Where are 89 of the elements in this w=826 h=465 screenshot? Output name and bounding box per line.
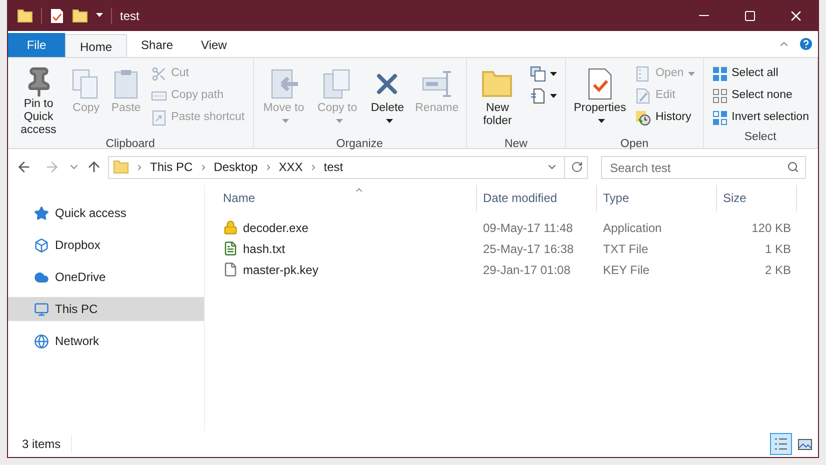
file-name[interactable]: hash.txt [243,240,286,258]
breadcrumb[interactable]: This PC [150,158,193,176]
globe-icon [34,334,49,348]
ribbon-button[interactable]: Select none [708,85,813,107]
column-header[interactable]: Size [717,185,797,211]
maximize-icon [744,10,756,22]
nav-item[interactable]: Quick access [8,201,204,225]
file-name[interactable]: master-pk.key [243,260,318,278]
caret-icon [96,13,103,18]
caret-icon [598,118,606,123]
file-name[interactable]: decoder.exe [243,218,308,236]
new-folder-icon [72,8,88,24]
chevron-icon[interactable] [135,162,144,172]
breadcrumb[interactable]: Desktop [214,158,258,176]
properties-icon[interactable] [50,8,64,24]
group-label: New [503,137,528,152]
details-view-button[interactable] [770,433,792,455]
box-icon [34,238,49,252]
ribbon-button[interactable]: New folder [470,62,524,136]
nav-item[interactable]: Network [8,329,204,353]
table-cell-text: 25-May-17 16:38 [482,240,575,258]
minimize-icon [699,15,709,16]
group-label: Clipboard [104,137,156,152]
scissors-icon [151,66,168,82]
breadcrumb[interactable]: test [324,158,344,176]
file-icon [223,262,238,277]
select-none-icon [712,88,728,104]
breadcrumb[interactable]: XXX [278,158,303,176]
group-label: Open [619,137,650,152]
table-cell-text: 2 KB [764,262,792,278]
folder-icon [17,8,33,24]
window-title: test [120,8,140,24]
padlock-icon [223,220,238,235]
text-file-icon [223,241,238,256]
group-label: Organize [335,137,384,152]
help-icon[interactable] [798,36,814,52]
edit-icon [635,88,652,104]
star-icon [34,206,49,220]
address-bar[interactable]: This PC Desktop XXX test [108,156,588,178]
picture-icon [798,438,812,450]
monitor-icon [34,302,49,316]
table-cell-text: TXT File [602,240,650,258]
ribbon-button[interactable]: Pin to Quick access [12,62,66,136]
ribbon-button[interactable]: History [631,107,699,129]
select-all-icon [712,66,728,82]
up-icon[interactable] [86,159,102,175]
ribbon-button[interactable]: Delete [364,62,410,136]
table-cell-text: 29-Jan-17 01:08 [482,262,572,278]
search-field[interactable]: Search test [601,156,806,179]
nav-item[interactable]: Dropbox [8,233,204,257]
refresh-icon[interactable] [571,161,583,173]
cloud-icon [34,270,49,284]
nav-item[interactable]: This PC [8,297,204,321]
table-cell-text: 09-May-17 11:48 [482,220,574,236]
caret-icon [688,72,695,76]
invert-selection-icon [712,110,728,126]
ribbon-tab[interactable]: Share [127,33,188,57]
column-header[interactable]: Type [597,185,717,211]
file-menu-tab[interactable]: File [8,33,65,57]
search-icon [787,160,799,172]
table-cell-text: 1 KB [764,240,792,258]
ribbon-button[interactable]: Properties [570,62,630,136]
caret-icon [386,118,393,123]
list-icon [774,438,788,450]
folder-icon [113,159,129,175]
new-item-icon [530,66,546,82]
table-cell-text: 120 KB [750,220,792,236]
caret-icon [550,72,558,76]
ribbon-tab[interactable]: Home [65,34,128,58]
group-label: Select [743,130,778,145]
caret-icon [336,118,343,123]
caret-icon [282,118,290,123]
table-cell-text: KEY File [602,262,650,278]
rename-icon [420,68,453,100]
ribbon-tab[interactable]: View [187,33,241,57]
caret-icon [550,94,558,98]
history-icon [635,110,652,126]
back-icon[interactable] [16,159,32,175]
folder-icon [481,68,514,100]
ribbon-button[interactable]: Select all [708,63,813,85]
column-header[interactable]: Date modified [477,185,597,211]
column-header[interactable]: Name [217,185,477,211]
ribbon-button[interactable]: Invert selection [708,107,813,129]
table-cell-text: Application [602,220,663,236]
shortcut-icon [151,110,168,126]
nav-item[interactable]: OneDrive [8,265,204,289]
document-icon [530,88,546,104]
item-count: 3 items [22,435,72,453]
open-icon [635,66,652,82]
